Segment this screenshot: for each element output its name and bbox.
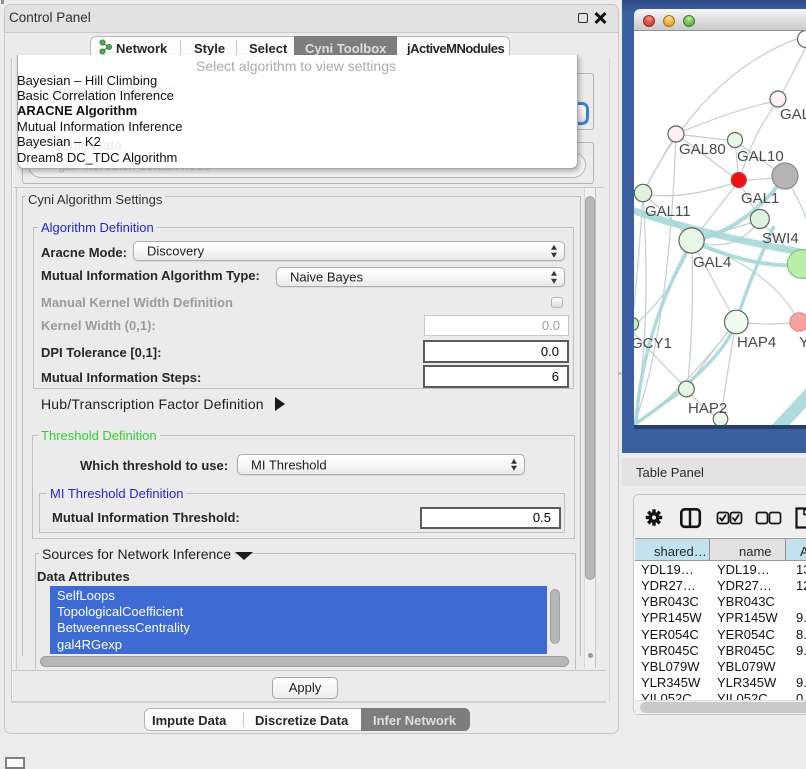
svg-text:GAL80: GAL80 bbox=[679, 141, 726, 158]
svg-text:HAP4: HAP4 bbox=[737, 334, 776, 351]
svg-text:HAP2: HAP2 bbox=[688, 400, 727, 417]
svg-text:YJ: YJ bbox=[799, 334, 806, 351]
svg-text:GCY1: GCY1 bbox=[634, 335, 672, 352]
svg-text:GAL7: GAL7 bbox=[780, 106, 806, 123]
svg-text:SWI4: SWI4 bbox=[762, 230, 799, 247]
svg-text:GAL11: GAL11 bbox=[645, 203, 691, 220]
svg-text:GAL1: GAL1 bbox=[741, 190, 779, 207]
svg-text:GAL10: GAL10 bbox=[737, 148, 784, 165]
svg-text:GAL4: GAL4 bbox=[693, 254, 731, 271]
